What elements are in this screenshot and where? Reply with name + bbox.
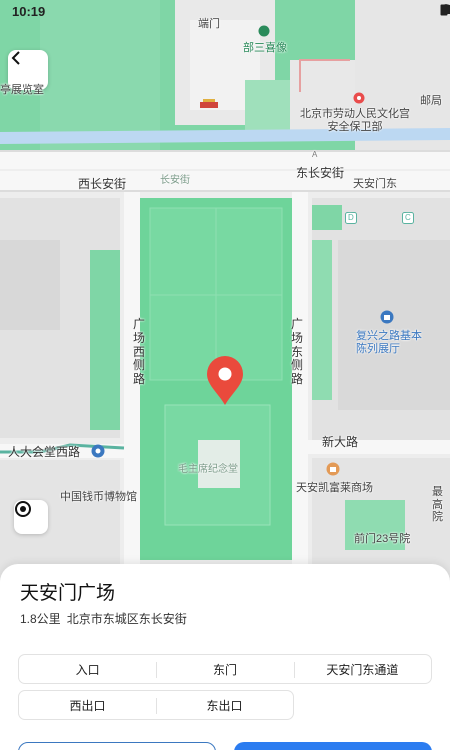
chevron-left-icon (11, 51, 20, 65)
poi-zui-gao[interactable]: 最高院 (432, 486, 450, 524)
locate-icon (15, 501, 31, 517)
place-name: 天安门广场 (20, 583, 116, 604)
metro-a-label: A (312, 150, 318, 159)
entrance-east-gate[interactable]: 东门 (156, 655, 293, 683)
primary-action-button[interactable] (234, 742, 432, 750)
money-museum-poi-icon (91, 444, 105, 458)
entrance-entry[interactable]: 入口 (19, 655, 156, 683)
road-chang-an: 长安街 (160, 175, 190, 186)
entrance-row-2: 西出口 东出口 (18, 690, 294, 720)
culture-palace-poi-icon (353, 92, 365, 104)
tiananmen-gate-icon (200, 99, 218, 108)
status-bar: 10:19 (0, 0, 450, 24)
exit-west[interactable]: 西出口 (19, 691, 156, 719)
poi-money-museum[interactable]: 中国钱币博物馆 (60, 491, 137, 504)
hq-poi-icon (258, 25, 270, 37)
poi-duanmen[interactable]: 端门 (198, 18, 220, 31)
shopping-poi-icon (326, 462, 340, 476)
entrance-tiananmen-east-passage[interactable]: 天安门东通道 (293, 655, 431, 683)
metro-d-label: D (348, 213, 354, 222)
exit-east[interactable]: 东出口 (156, 691, 293, 719)
poi-mausoleum[interactable]: 毛主席纪念堂 (178, 464, 238, 476)
entrance-row-1: 入口 东门 天安门东通道 (18, 654, 432, 684)
road-xin-da: 新大路 (322, 435, 359, 449)
poi-qianmen-23[interactable]: 前门23号院 (354, 533, 410, 546)
place-detail-sheet: 天安门广场 1.8公里 北京市东城区东长安街 入口 东门 天安门东通道 西出口 … (0, 564, 450, 750)
metro-c-label: C (405, 213, 411, 222)
road-east-chang-an: 东长安街 (296, 166, 345, 180)
road-guangchang-west: 广场西侧路 (132, 317, 145, 387)
status-time: 10:19 (12, 4, 46, 19)
secondary-action-button[interactable] (18, 742, 216, 750)
museum-poi-icon (380, 310, 394, 324)
pin-graphic (207, 356, 243, 405)
location-pin-icon[interactable] (204, 355, 246, 407)
poi-fuxing-exhibit[interactable]: 复兴之路基本陈列展厅 (356, 330, 426, 355)
road-renda-west: 人大会堂西路 (8, 445, 81, 459)
poi-labor-culture-palace[interactable]: 北京市劳动人民文化宫安全保卫部 (300, 108, 410, 133)
poi-tiananmen-east[interactable]: 天安门东 (353, 178, 397, 191)
poi-kaileifu[interactable]: 天安凯富莱商场 (296, 482, 373, 495)
road-west-chang-an: 西长安街 (78, 177, 127, 191)
poi-hq-label[interactable]: 部三喜像 (243, 42, 287, 55)
place-distance: 1.8公里 (20, 612, 61, 626)
locate-button[interactable] (14, 500, 48, 534)
place-address: 北京市东城区东长安街 (66, 612, 187, 626)
poi-partial-left[interactable]: 亭展览室 (0, 84, 44, 97)
road-guangchang-east: 广场东侧路 (290, 317, 303, 387)
map-view[interactable]: 10:19 端门 部三喜像 亭展览室 邮局 北京市劳动人民文化宫安全保卫部 西长… (0, 0, 450, 580)
poi-partial-right[interactable]: 邮局 (420, 95, 442, 108)
battery-icon (440, 4, 448, 16)
place-meta: 1.8公里 北京市东城区东长安街 (20, 610, 187, 627)
